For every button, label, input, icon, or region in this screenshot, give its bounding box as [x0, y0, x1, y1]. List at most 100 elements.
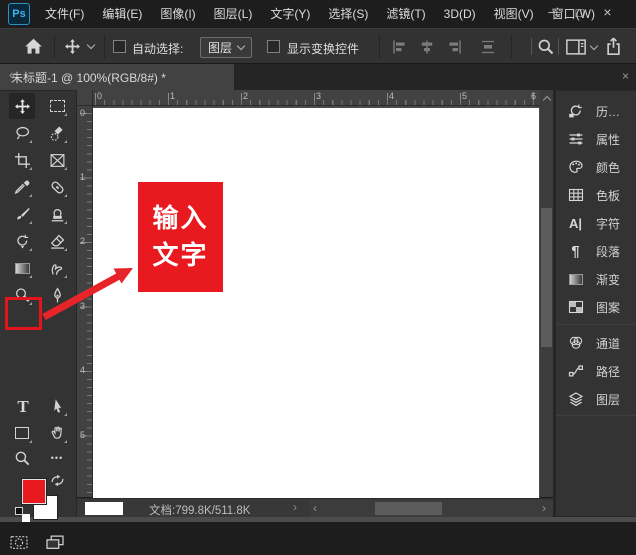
pen-tool[interactable]: [44, 282, 70, 308]
document-size-info: 文档:799.8K/511.8K: [149, 502, 250, 518]
smudge-tool[interactable]: [44, 255, 70, 281]
auto-select-label: 自动选择:: [132, 40, 183, 57]
ruler-label: 6: [531, 91, 536, 101]
crop-tool[interactable]: [9, 147, 35, 173]
align-vertical-centers-icon[interactable]: [418, 39, 436, 55]
chevron-down-icon[interactable]: [87, 41, 95, 49]
panel-tab-layers[interactable]: 图层: [556, 385, 636, 413]
chevron-down-icon[interactable]: [590, 42, 598, 50]
menu-file[interactable]: 文件(F): [36, 0, 93, 28]
maximize-button[interactable]: □: [566, 0, 593, 24]
gradient-icon: [567, 274, 584, 285]
type-tool-icon: T: [17, 398, 28, 415]
frame-tool[interactable]: [44, 147, 70, 173]
panel-tab-label: 通道: [596, 335, 620, 352]
rectangular-marquee-tool[interactable]: [44, 93, 70, 119]
panel-tab-properties[interactable]: 属性: [556, 125, 636, 153]
panel-tab-character[interactable]: A| 字符: [556, 209, 636, 237]
menu-edit[interactable]: 编辑(E): [93, 0, 151, 28]
close-window-button[interactable]: ×: [594, 0, 621, 24]
menu-type[interactable]: 文字(Y): [261, 0, 319, 28]
panel-tab-channels[interactable]: 通道: [556, 329, 636, 357]
zoom-tool[interactable]: [9, 445, 35, 471]
edit-toolbar-button[interactable]: •••: [44, 445, 70, 471]
zoom-percent-field[interactable]: [85, 502, 123, 515]
distribute-icon[interactable]: [479, 39, 497, 55]
color-palette-icon: [567, 159, 584, 175]
menu-3d[interactable]: 3D(D): [435, 0, 485, 28]
ruler-label: 2: [80, 236, 85, 246]
move-tool[interactable]: [9, 93, 35, 119]
swap-colors-icon[interactable]: [50, 473, 65, 488]
default-colors-icon[interactable]: [15, 507, 31, 523]
panel-tab-pattern[interactable]: 图案: [556, 293, 636, 321]
chevron-down-icon: [237, 42, 245, 50]
vertical-scrollbar[interactable]: [540, 106, 553, 497]
scroll-up-arrow[interactable]: [540, 90, 553, 106]
ruler-origin-corner[interactable]: [77, 90, 93, 106]
foreground-color-swatch[interactable]: [22, 479, 46, 504]
swatches-grid-icon: [567, 187, 584, 203]
gradient-tool[interactable]: [9, 255, 35, 281]
eyedropper-tool[interactable]: [9, 174, 35, 200]
document-tab-bar: « 未标题-1 @ 100%(RGB/8#) * ×: [0, 64, 636, 90]
panel-tab-label: 图案: [596, 299, 620, 316]
panel-tab-label: 色板: [596, 187, 620, 204]
panel-tab-label: 图层: [596, 391, 620, 408]
share-icon[interactable]: [605, 37, 622, 56]
panel-tab-color[interactable]: 颜色: [556, 153, 636, 181]
document-canvas[interactable]: [93, 108, 539, 498]
scroll-right-arrow[interactable]: ›: [542, 501, 546, 515]
menu-bar: 文件(F) 编辑(E) 图像(I) 图层(L) 文字(Y) 选择(S) 滤镜(T…: [36, 0, 604, 28]
lasso-tool[interactable]: [9, 120, 35, 146]
menu-view[interactable]: 视图(V): [485, 0, 543, 28]
vertical-scrollbar-thumb[interactable]: [541, 208, 552, 347]
panel-tab-gradient[interactable]: 渐变: [556, 265, 636, 293]
status-expand-icon[interactable]: ›: [293, 500, 297, 514]
ruler-label: 1: [170, 91, 175, 101]
panel-tab-swatches[interactable]: 色板: [556, 181, 636, 209]
scroll-left-arrow[interactable]: ‹: [313, 501, 317, 515]
collapse-panels-icon[interactable]: «: [9, 67, 16, 82]
horizontal-scrollbar-thumb[interactable]: [375, 502, 442, 515]
eraser-tool[interactable]: [44, 228, 70, 254]
close-tab-icon[interactable]: ×: [622, 69, 629, 83]
quick-mask-button[interactable]: [6, 529, 32, 555]
horizontal-scrollbar[interactable]: ‹ ›: [310, 500, 553, 517]
auto-select-checkbox[interactable]: [113, 40, 126, 53]
menu-image[interactable]: 图像(I): [151, 0, 204, 28]
panel-tab-paths[interactable]: 路径: [556, 357, 636, 385]
screen-mode-button[interactable]: [42, 529, 68, 555]
spot-healing-brush-tool[interactable]: [44, 174, 70, 200]
hand-tool[interactable]: [44, 420, 70, 446]
align-right-edges-icon[interactable]: [445, 39, 463, 55]
type-tool[interactable]: T: [10, 393, 36, 419]
history-brush-tool[interactable]: [9, 228, 35, 254]
menu-layer[interactable]: 图层(L): [205, 0, 262, 28]
align-left-edges-icon[interactable]: [391, 39, 409, 55]
path-selection-tool[interactable]: [44, 393, 70, 419]
move-tool-icon[interactable]: [64, 38, 81, 55]
clone-stamp-tool[interactable]: [44, 201, 70, 227]
menu-select[interactable]: 选择(S): [319, 0, 377, 28]
auto-select-target-dropdown[interactable]: 图层: [200, 37, 252, 58]
brush-tool[interactable]: [9, 201, 35, 227]
ruler-label: 4: [80, 365, 85, 375]
horizontal-ruler: 0 1 2 3 4 5 6: [93, 90, 540, 106]
text-layer-box[interactable]: 输入 文字: [138, 182, 223, 292]
show-transform-checkbox[interactable]: [267, 40, 280, 53]
document-tab[interactable]: 未标题-1 @ 100%(RGB/8#) * ×: [0, 64, 234, 90]
menu-filter[interactable]: 滤镜(T): [377, 0, 434, 28]
minimize-button[interactable]: −: [538, 0, 565, 24]
panel-tab-paragraph[interactable]: ¶ 段落: [556, 237, 636, 265]
search-icon[interactable]: [537, 38, 555, 56]
ruler-label: 1: [80, 172, 85, 182]
quick-selection-tool[interactable]: [44, 120, 70, 146]
workspace-icon[interactable]: [565, 39, 587, 55]
panel-tab-history[interactable]: 历…: [556, 97, 636, 125]
paragraph-icon: ¶: [567, 244, 584, 259]
rectangle-tool[interactable]: [9, 420, 35, 446]
ruler-label: 0: [80, 108, 85, 118]
status-bar: 文档:799.8K/511.8K › ‹ ›: [77, 498, 553, 517]
home-icon[interactable]: [24, 37, 43, 56]
